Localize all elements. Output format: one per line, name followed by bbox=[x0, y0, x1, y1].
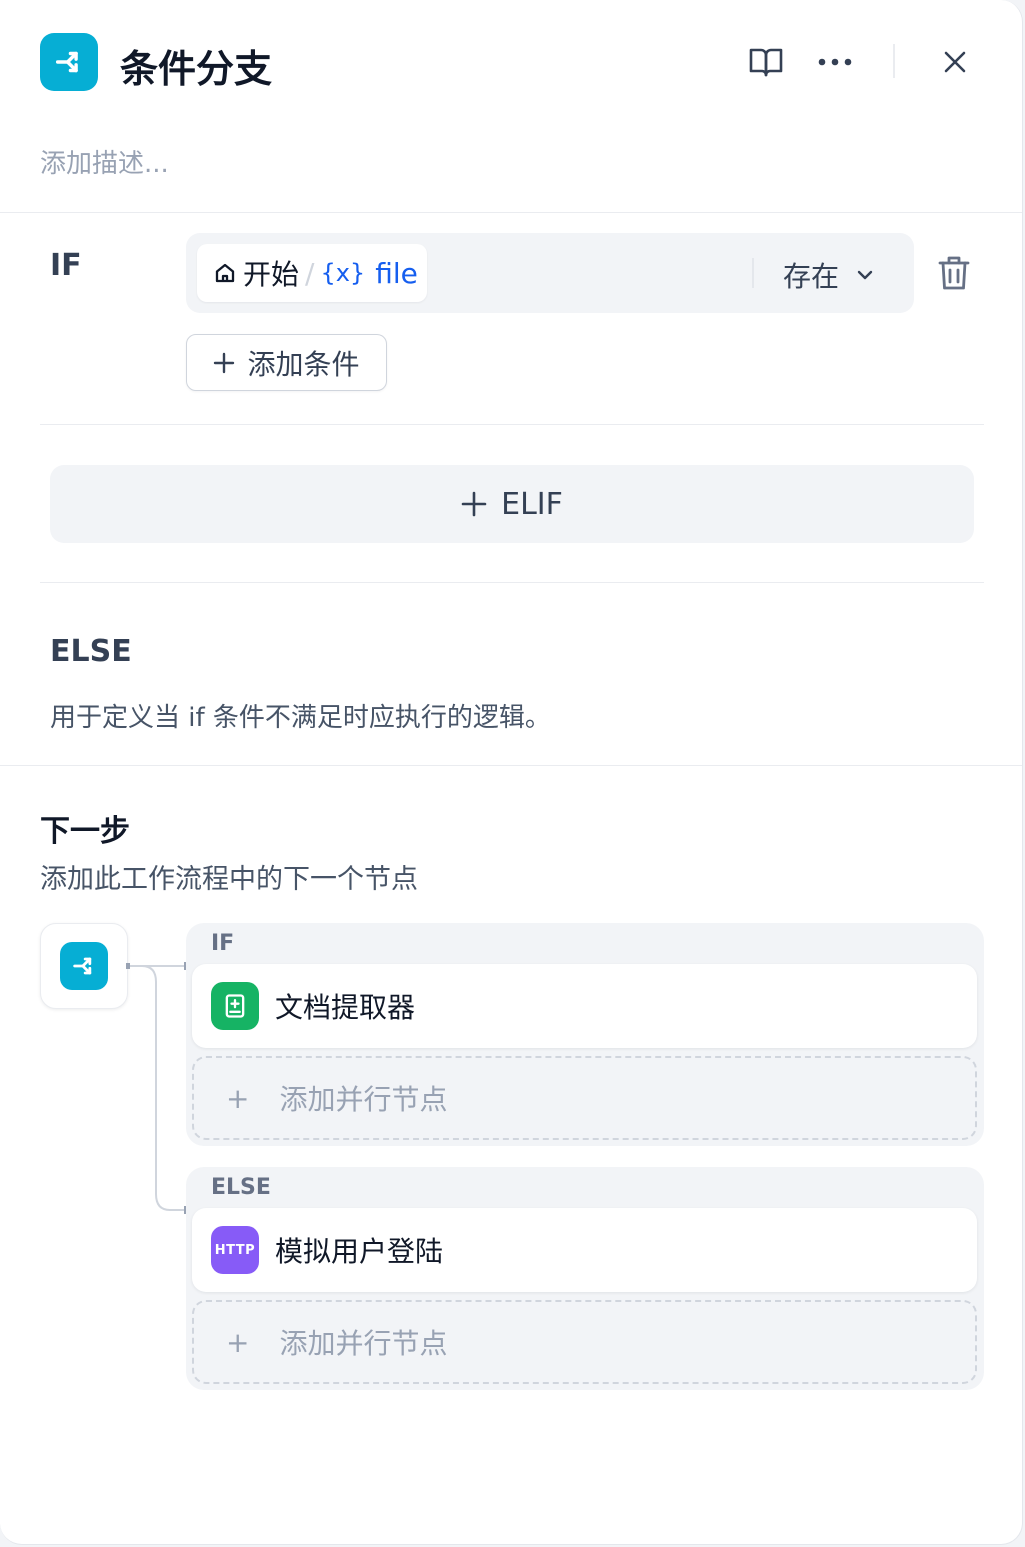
node-name: 模拟用户登陆 bbox=[275, 1235, 444, 1268]
next-step-subtitle: 添加此工作流程中的下一个节点 bbox=[40, 864, 418, 895]
node-name: 文档提取器 bbox=[275, 991, 416, 1024]
chevron-down-icon bbox=[855, 265, 875, 285]
else-description: 用于定义当 if 条件不满足时应执行的逻辑。 bbox=[50, 703, 551, 733]
divider bbox=[0, 765, 1022, 766]
branch-label: IF bbox=[211, 931, 235, 956]
add-parallel-node-button[interactable]: + 添加并行节点 bbox=[192, 1056, 977, 1140]
add-condition-button[interactable]: 添加条件 bbox=[186, 334, 387, 391]
variable-name: file bbox=[375, 256, 418, 290]
condition-item[interactable]: 开始 / {x} file 存在 bbox=[186, 233, 914, 313]
branch-node-http-request[interactable]: HTTP 模拟用户登陆 bbox=[192, 1208, 977, 1292]
next-step-title: 下一步 bbox=[40, 814, 130, 849]
plus-icon bbox=[461, 491, 487, 517]
plus-icon: + bbox=[226, 1081, 250, 1115]
add-parallel-label: 添加并行节点 bbox=[279, 1327, 448, 1360]
http-icon: HTTP bbox=[211, 1226, 259, 1274]
else-case-label: ELSE bbox=[50, 634, 132, 669]
branch-node-doc-extractor[interactable]: 文档提取器 bbox=[192, 964, 977, 1048]
plus-icon bbox=[213, 352, 235, 374]
add-parallel-label: 添加并行节点 bbox=[279, 1083, 448, 1116]
doc-extractor-icon bbox=[211, 982, 259, 1030]
operator-select[interactable]: 存在 bbox=[783, 255, 875, 295]
add-elif-label: ELIF bbox=[501, 486, 563, 522]
more-options-icon[interactable] bbox=[814, 44, 856, 80]
plus-icon: + bbox=[226, 1325, 250, 1359]
variable-icon: {x} bbox=[320, 259, 366, 287]
if-else-node-icon bbox=[60, 942, 108, 990]
divider bbox=[40, 582, 984, 583]
variable-selector[interactable]: 开始 / {x} file bbox=[197, 244, 427, 302]
delete-condition-trash-icon[interactable] bbox=[934, 252, 974, 294]
add-elif-button[interactable]: ELIF bbox=[50, 465, 974, 543]
branch-label: ELSE bbox=[211, 1175, 271, 1200]
description-input[interactable]: 添加描述... bbox=[40, 143, 169, 180]
variable-source-node: 开始 bbox=[243, 258, 300, 291]
add-parallel-node-button[interactable]: + 添加并行节点 bbox=[192, 1300, 977, 1384]
start-node-home-icon bbox=[213, 261, 237, 285]
http-icon-text: HTTP bbox=[214, 1242, 256, 1258]
else-branch-group: ELSE HTTP 模拟用户登陆 + 添加并行节点 bbox=[186, 1167, 984, 1390]
path-separator: / bbox=[305, 256, 315, 290]
header-divider bbox=[893, 44, 895, 78]
if-case-label: IF bbox=[50, 248, 82, 283]
docs-book-icon[interactable] bbox=[744, 42, 788, 82]
node-config-panel: 条件分支 添加描述... IF 开始 / {x} file 存在 添加条件 EL… bbox=[0, 0, 1023, 1545]
divider bbox=[0, 212, 1022, 213]
close-icon[interactable] bbox=[936, 44, 974, 80]
panel-title[interactable]: 条件分支 bbox=[120, 38, 272, 93]
if-branch-group: IF 文档提取器 + 添加并行节点 bbox=[186, 923, 984, 1146]
add-condition-label: 添加条件 bbox=[247, 347, 360, 381]
branch-connector-lines bbox=[126, 962, 187, 1214]
operator-label: 存在 bbox=[783, 260, 840, 293]
divider bbox=[40, 424, 984, 425]
if-else-node-icon bbox=[40, 33, 98, 91]
current-node-card bbox=[40, 923, 128, 1009]
operator-divider bbox=[752, 258, 754, 288]
